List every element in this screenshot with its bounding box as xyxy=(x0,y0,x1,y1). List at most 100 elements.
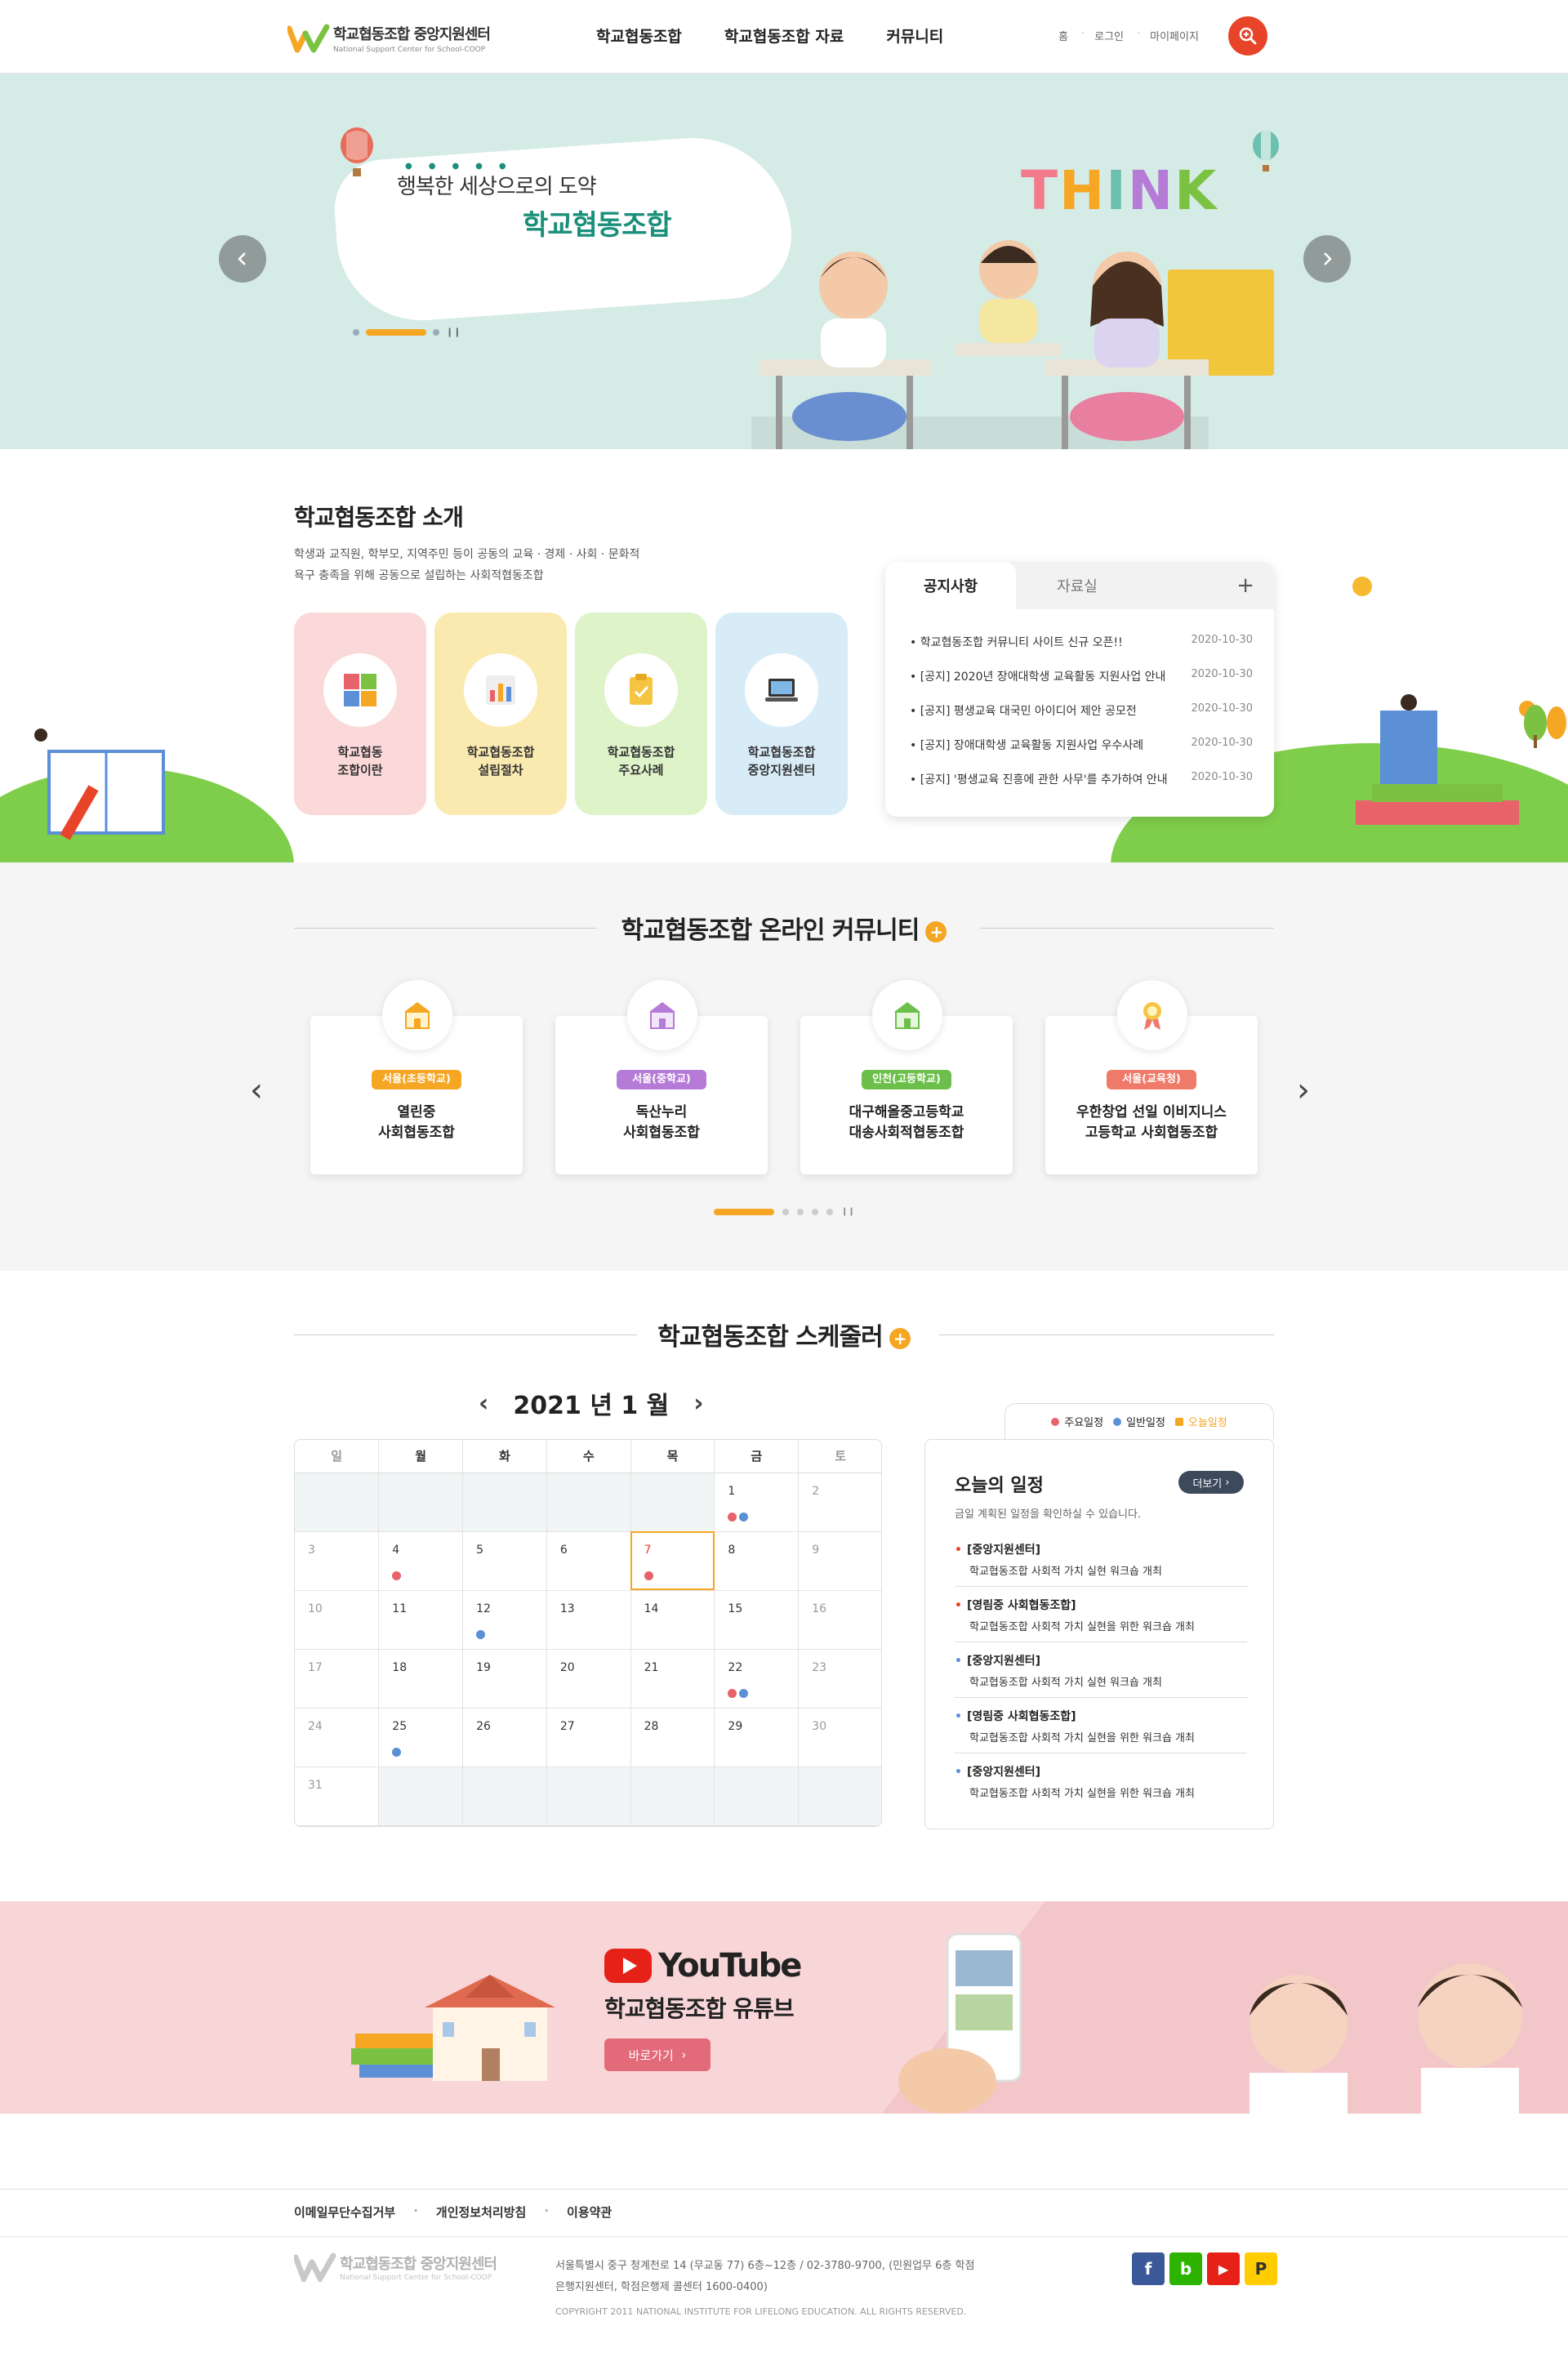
next-month-button[interactable]: › xyxy=(693,1389,703,1418)
calendar-day[interactable]: 13 xyxy=(546,1590,631,1650)
pager-active[interactable] xyxy=(714,1208,774,1215)
go-label: 바로가기 xyxy=(628,2047,674,2063)
calendar-day[interactable]: 21 xyxy=(630,1649,715,1709)
scheduler-more-icon[interactable]: + xyxy=(889,1327,911,1349)
pager-dot[interactable] xyxy=(353,328,359,336)
more-button[interactable]: 더보기 › xyxy=(1178,1471,1244,1494)
notice-tabs: 공지사항 자료실 + xyxy=(885,562,1274,609)
calendar-day[interactable]: 11 xyxy=(378,1590,464,1650)
calendar-day[interactable]: 30 xyxy=(798,1708,881,1767)
util-login[interactable]: 로그인 xyxy=(1094,28,1124,43)
link-email-policy[interactable]: 이메일무단수집거부 xyxy=(294,2203,395,2221)
prev-month-button[interactable]: ‹ xyxy=(479,1389,488,1418)
kakao-post-icon[interactable]: P xyxy=(1245,2252,1277,2285)
legend-major[interactable]: 주요일정 xyxy=(1051,1414,1103,1429)
calendar-day[interactable]: 17 xyxy=(295,1649,380,1709)
calendar-day[interactable]: 24 xyxy=(295,1708,380,1767)
schedule-item[interactable]: • [중앙지원센터] 학교협동조합 사회적 가치 실현 워크숍 개최 xyxy=(955,1541,1247,1587)
community-card[interactable]: 서울(교육청) 우한창업 선일 이비지니스 고등학교 사회협동조합 xyxy=(1045,980,1258,1174)
blog-icon[interactable]: b xyxy=(1169,2252,1202,2285)
calendar-day[interactable]: 26 xyxy=(462,1708,547,1767)
hero-next-button[interactable] xyxy=(1303,235,1351,283)
calendar-day[interactable]: 19 xyxy=(462,1649,547,1709)
calendar-day[interactable]: 27 xyxy=(546,1708,631,1767)
tab-library[interactable]: 자료실 xyxy=(1016,562,1138,609)
calendar-day[interactable]: 28 xyxy=(630,1708,715,1767)
community-next-button[interactable]: › xyxy=(1297,1072,1310,1109)
schedule-item[interactable]: • [영림중 사회협동조합] 학교협동조합 사회적 가치 실현을 위한 워크숍 개최 xyxy=(955,1708,1247,1753)
calendar-day[interactable]: 29 xyxy=(714,1708,800,1767)
calendar-day[interactable]: 25 xyxy=(378,1708,464,1767)
card-major-cases[interactable]: 학교협동조합 주요사례 xyxy=(575,613,707,815)
site-logo[interactable]: 학교협동조합 중앙지원센터 National Support Center fo… xyxy=(286,23,491,54)
schedule-item[interactable]: • [영림중 사회협동조합] 학교협동조합 사회적 가치 실현을 위한 워크숍 개최 xyxy=(955,1597,1247,1642)
nav-community[interactable]: 커뮤니티 xyxy=(886,25,943,47)
card-about-coop[interactable]: 학교협동 조합이란 xyxy=(294,613,426,815)
notice-row[interactable]: • [공지] 2020년 장애대학생 교육활동 지원사업 안내 2020-10-3… xyxy=(910,668,1253,684)
community-more-icon[interactable]: + xyxy=(925,920,947,942)
calendar-day[interactable]: 3 xyxy=(295,1531,380,1591)
community-card[interactable]: 서울(초등학교) 열린중 사회협동조합 xyxy=(310,980,523,1174)
pager-dot[interactable] xyxy=(797,1208,804,1215)
calendar-day[interactable]: 6 xyxy=(546,1531,631,1591)
calendar-day[interactable]: 7 xyxy=(630,1531,715,1591)
calendar-day[interactable]: 12 xyxy=(462,1590,547,1650)
pager-active[interactable] xyxy=(366,328,426,336)
legend-today[interactable]: 오늘일정 xyxy=(1174,1414,1227,1429)
youtube-go-button[interactable]: 바로가기 › xyxy=(604,2038,710,2071)
hero-prev-button[interactable] xyxy=(219,235,266,283)
card-label: 학교협동 xyxy=(337,745,383,760)
community-card[interactable]: 인천(고등학교) 대구해올중고등학교 대송사회적협동조합 xyxy=(800,980,1013,1174)
schedule-item[interactable]: • [중앙지원센터] 학교협동조합 사회적 가치 실현 워크숍 개최 xyxy=(955,1652,1247,1698)
youtube-sns-icon[interactable]: ▶ xyxy=(1207,2252,1240,2285)
calendar-day[interactable]: 18 xyxy=(378,1649,464,1709)
notice-title: [공지] 평생교육 대국민 아이디어 제안 공모전 xyxy=(920,705,1137,718)
calendar-day[interactable]: 5 xyxy=(462,1531,547,1591)
footer-logo: 학교협동조합 중앙지원센터 National Support Center fo… xyxy=(294,2252,497,2282)
logo-w-icon xyxy=(286,24,333,53)
notice-row[interactable]: • [공지] '평생교육 진흥에 관한 사무'를 추가하여 안내 2020-10-… xyxy=(910,771,1253,787)
link-terms[interactable]: 이용약관 xyxy=(567,2203,612,2221)
more-plus-icon[interactable]: + xyxy=(1236,573,1254,598)
calendar-day[interactable]: 8 xyxy=(714,1531,800,1591)
youtube-banner[interactable]: YouTube 학교협동조합 유튜브 바로가기 › xyxy=(0,1901,1568,2114)
school-icon xyxy=(627,980,697,1050)
util-mypage[interactable]: 마이페이지 xyxy=(1150,28,1199,43)
calendar-day[interactable]: 9 xyxy=(798,1531,881,1591)
util-home[interactable]: 홈 xyxy=(1058,28,1068,43)
card-establish-process[interactable]: 학교협동조합 설립절차 xyxy=(434,613,567,815)
calendar-day[interactable]: 10 xyxy=(295,1590,380,1650)
community-card[interactable]: 서울(중학교) 독산누리 사회협동조합 xyxy=(555,980,768,1174)
link-privacy[interactable]: 개인정보처리방침 xyxy=(436,2203,526,2221)
calendar-day[interactable]: 1 xyxy=(714,1473,800,1532)
nav-coop[interactable]: 학교협동조합 xyxy=(596,25,682,47)
pager-dot[interactable] xyxy=(826,1208,833,1215)
tab-notice[interactable]: 공지사항 xyxy=(885,562,1016,609)
day-number: 13 xyxy=(559,1602,575,1615)
calendar-day[interactable]: 20 xyxy=(546,1649,631,1709)
nav-coop-data[interactable]: 학교협동조합 자료 xyxy=(724,25,844,47)
calendar-day[interactable]: 22 xyxy=(714,1649,800,1709)
facebook-icon[interactable]: f xyxy=(1132,2252,1165,2285)
calendar-day[interactable]: 16 xyxy=(798,1590,881,1650)
notice-row[interactable]: • [공지] 평생교육 대국민 아이디어 제안 공모전 2020-10-30 xyxy=(910,702,1253,719)
notice-row[interactable]: • [공지] 장애대학생 교육활동 지원사업 우수사례 2020-10-30 xyxy=(910,737,1253,753)
notice-row[interactable]: • 학교협동조합 커뮤니티 사이트 신규 오픈!! 2020-10-30 xyxy=(910,634,1253,650)
calendar-day[interactable]: 23 xyxy=(798,1649,881,1709)
pause-icon[interactable]: ❙❙ xyxy=(446,327,461,337)
search-button[interactable] xyxy=(1228,16,1267,56)
legend-normal[interactable]: 일반일정 xyxy=(1113,1414,1165,1429)
pager-dot[interactable] xyxy=(812,1208,818,1215)
community-prev-button[interactable]: ‹ xyxy=(250,1072,263,1109)
calendar: 일월화수목금토 1 2 3 4 5 6 7 8 9 10 11 12 13 14 15 16 17 18 19 20 2… xyxy=(294,1439,882,1827)
pause-icon[interactable]: ❙❙ xyxy=(841,1207,855,1216)
card-support-center[interactable]: 학교협동조합 중앙지원센터 xyxy=(715,613,848,815)
calendar-day[interactable]: 15 xyxy=(714,1590,800,1650)
schedule-item[interactable]: • [중앙지원센터] 학교협동조합 사회적 가치 실현을 위한 워크숍 개최 xyxy=(955,1763,1247,1808)
calendar-day[interactable]: 31 xyxy=(295,1767,380,1826)
pager-dot[interactable] xyxy=(782,1208,789,1215)
calendar-day[interactable]: 14 xyxy=(630,1590,715,1650)
calendar-day[interactable]: 2 xyxy=(798,1473,881,1532)
pager-dot[interactable] xyxy=(433,328,439,336)
calendar-day[interactable]: 4 xyxy=(378,1531,464,1591)
